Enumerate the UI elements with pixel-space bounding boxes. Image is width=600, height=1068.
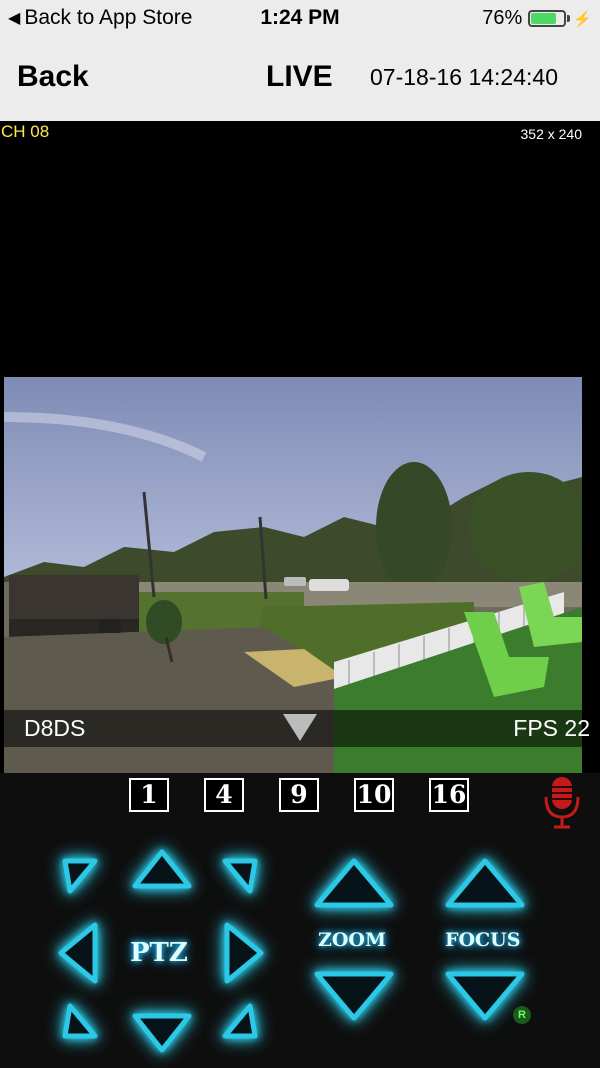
battery-fill [531,13,556,24]
ptz-down-button[interactable] [131,1013,193,1053]
resolution-label: 352 x 240 [520,126,583,142]
collapse-panel-toggle-icon[interactable] [283,714,317,741]
microphone-icon[interactable] [540,773,584,831]
grid-1-button[interactable]: 1 [129,778,169,812]
focus-near-button[interactable] [445,858,525,908]
grid-9-button[interactable]: 9 [279,778,319,812]
zoom-in-button[interactable] [314,858,394,908]
datetime-label: 07-18-16 14:24:40 [370,64,558,90]
ptz-up-button[interactable] [131,849,193,889]
zoom-out-button[interactable] [314,971,394,1021]
ptz-left-button[interactable] [58,922,98,984]
battery-percent: 76% [482,7,523,29]
grid-10-button[interactable]: 10 [354,778,394,812]
ptz-up-right-button[interactable] [222,858,258,894]
grid-4-button[interactable]: 4 [204,778,244,812]
page-title: LIVE [266,60,333,93]
ptz-label: PTZ [130,938,188,968]
focus-label: FOCUS [445,929,521,951]
zoom-label: ZOOM [318,929,387,951]
battery-icon [528,10,567,27]
back-button[interactable]: Back [17,60,89,94]
navigation-bar: Back LIVE 07-18-16 14:24:40 [0,40,600,122]
control-panel: 1 4 9 10 16 PTZ ZOOM FOCUS R [0,773,600,1068]
ptz-up-left-button[interactable] [62,858,98,894]
battery-indicator: 76% ⚡ [482,7,592,30]
fps-label: FPS 22 [513,715,590,741]
charging-bolt-icon: ⚡ [573,10,592,28]
grid-16-button[interactable]: 16 [429,778,469,812]
ptz-down-left-button[interactable] [62,1003,98,1039]
ptz-right-button[interactable] [224,922,264,984]
channel-label: CH 08 [1,122,50,141]
live-video-view[interactable]: CH 08 352 x 240 [0,121,600,773]
battery-cap [567,15,571,22]
ptz-down-right-button[interactable] [222,1003,258,1039]
status-bar: ◀ Back to App Store 1:24 PM 76% ⚡ [0,0,600,40]
r-badge-icon: R [513,1006,531,1024]
device-name: D8DS [24,715,86,741]
